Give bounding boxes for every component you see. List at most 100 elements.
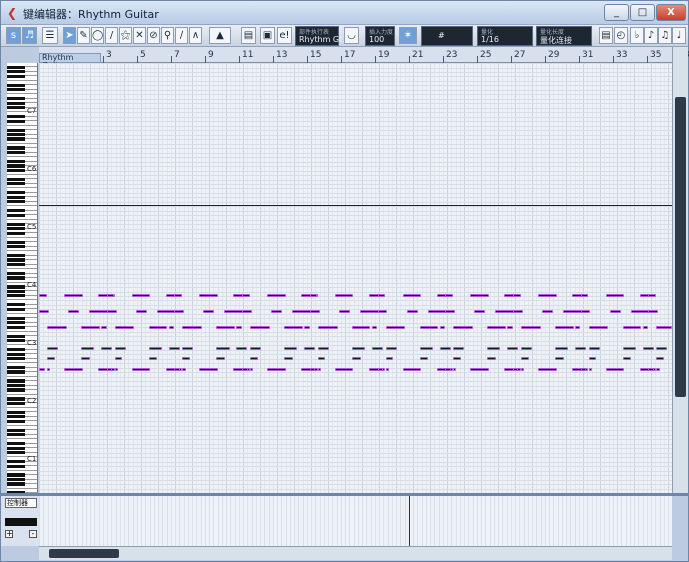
midi-note[interactable] xyxy=(81,357,90,360)
midi-note[interactable] xyxy=(174,294,183,297)
midi-note[interactable] xyxy=(271,310,283,313)
midi-note[interactable] xyxy=(304,326,310,329)
pencil-icon[interactable]: ✎ xyxy=(77,27,90,44)
black-key[interactable] xyxy=(7,442,25,446)
black-key[interactable] xyxy=(7,460,25,464)
black-key[interactable] xyxy=(7,227,25,231)
black-key[interactable] xyxy=(7,419,25,423)
midi-note[interactable] xyxy=(656,326,672,329)
black-key[interactable] xyxy=(7,321,25,325)
midi-note[interactable] xyxy=(487,347,501,350)
midi-note[interactable] xyxy=(385,347,397,350)
black-key[interactable] xyxy=(7,370,25,374)
solo-icon[interactable]: s xyxy=(6,27,21,44)
midi-note[interactable] xyxy=(284,326,303,329)
note2-icon[interactable]: ♫ xyxy=(658,27,672,44)
midi-note[interactable] xyxy=(216,347,230,350)
black-key[interactable] xyxy=(7,150,25,155)
black-key[interactable] xyxy=(7,128,25,132)
feedback-icon[interactable]: ♬ xyxy=(22,27,37,44)
midi-note[interactable] xyxy=(39,310,49,313)
black-key[interactable] xyxy=(7,97,25,101)
midi-note[interactable] xyxy=(309,310,320,313)
note3-icon[interactable]: ♩ xyxy=(672,27,686,44)
grid-type-field[interactable]: # xyxy=(421,26,473,46)
metronome-icon[interactable]: ◴ xyxy=(614,27,628,44)
scissors-icon[interactable]: ✕ xyxy=(133,27,146,44)
midi-note[interactable] xyxy=(453,347,465,350)
vertical-scrollbar[interactable] xyxy=(672,47,688,493)
black-key[interactable] xyxy=(7,245,25,249)
black-key[interactable] xyxy=(7,410,25,414)
midi-note[interactable] xyxy=(439,326,445,329)
midi-note[interactable] xyxy=(135,310,147,313)
time-ruler[interactable]: 35791113151719212325272931333537 xyxy=(39,47,689,63)
midi-note[interactable] xyxy=(81,326,100,329)
midi-note[interactable] xyxy=(250,368,254,371)
midi-note[interactable] xyxy=(406,310,418,313)
midi-note[interactable] xyxy=(605,368,625,371)
black-key[interactable] xyxy=(7,88,25,92)
controller-select[interactable]: 控制器 xyxy=(5,498,37,508)
midi-note[interactable] xyxy=(554,326,574,329)
black-key[interactable] xyxy=(7,213,25,217)
midi-note[interactable] xyxy=(487,326,506,329)
midi-note[interactable] xyxy=(419,326,439,329)
edit-in-place-icon[interactable]: ▣ xyxy=(260,27,275,44)
midi-note[interactable] xyxy=(520,326,541,329)
midi-note[interactable] xyxy=(267,368,286,371)
midi-note[interactable] xyxy=(512,368,519,371)
midi-note[interactable] xyxy=(377,294,386,297)
midi-note[interactable] xyxy=(203,310,215,313)
horizontal-scroll-thumb[interactable] xyxy=(49,549,119,558)
midi-note[interactable] xyxy=(648,310,659,313)
midi-note[interactable] xyxy=(642,326,649,329)
midi-note[interactable] xyxy=(216,326,236,329)
black-key[interactable] xyxy=(7,433,25,437)
black-key[interactable] xyxy=(7,285,25,289)
midi-note[interactable] xyxy=(445,310,456,313)
black-key[interactable] xyxy=(7,262,25,267)
black-key[interactable] xyxy=(7,271,25,276)
part-list-field[interactable]: 部件执行表 Rhythm Gt. xyxy=(295,26,345,46)
midi-note[interactable] xyxy=(656,357,664,360)
midi-note[interactable] xyxy=(474,310,486,313)
midi-note[interactable] xyxy=(537,294,557,297)
insert-velocity-field[interactable]: 插入力度 100 xyxy=(365,26,395,46)
black-key[interactable] xyxy=(7,348,25,352)
midi-note[interactable] xyxy=(520,368,525,371)
black-key[interactable] xyxy=(7,258,25,262)
snap-icon[interactable]: ✶ xyxy=(399,27,417,44)
black-key[interactable] xyxy=(7,195,25,199)
midi-note[interactable] xyxy=(512,310,523,313)
midi-note[interactable] xyxy=(351,357,361,360)
piano-keyboard[interactable]: C7 C6 C5 C4 C3 C2 C1 xyxy=(7,63,38,493)
midi-note[interactable] xyxy=(317,347,329,350)
midi-note[interactable] xyxy=(106,310,117,313)
black-key[interactable] xyxy=(7,137,25,141)
chord-icon[interactable]: ▤ xyxy=(599,27,613,44)
midi-note[interactable] xyxy=(131,294,151,297)
black-key[interactable] xyxy=(7,83,25,87)
midi-note[interactable] xyxy=(588,357,597,360)
midi-note[interactable] xyxy=(148,326,168,329)
black-key[interactable] xyxy=(7,365,25,370)
midi-note[interactable] xyxy=(168,326,175,329)
midi-note[interactable] xyxy=(64,294,83,297)
black-key[interactable] xyxy=(7,446,25,450)
midi-note[interactable] xyxy=(622,357,632,360)
midi-note[interactable] xyxy=(47,357,55,360)
midi-note[interactable] xyxy=(250,347,262,350)
step-input-icon[interactable]: ▤ xyxy=(241,27,256,44)
black-key[interactable] xyxy=(7,164,25,168)
midi-note[interactable] xyxy=(588,368,592,371)
midi-note[interactable] xyxy=(609,310,621,313)
glue-icon[interactable]: ⚝ xyxy=(119,27,132,44)
midi-note[interactable] xyxy=(470,294,489,297)
remove-lane-icon[interactable]: - xyxy=(29,530,37,538)
midi-note[interactable] xyxy=(377,368,383,371)
midi-note[interactable] xyxy=(174,310,185,313)
midi-note[interactable] xyxy=(642,347,654,350)
black-key[interactable] xyxy=(7,253,25,258)
black-key[interactable] xyxy=(7,106,25,110)
